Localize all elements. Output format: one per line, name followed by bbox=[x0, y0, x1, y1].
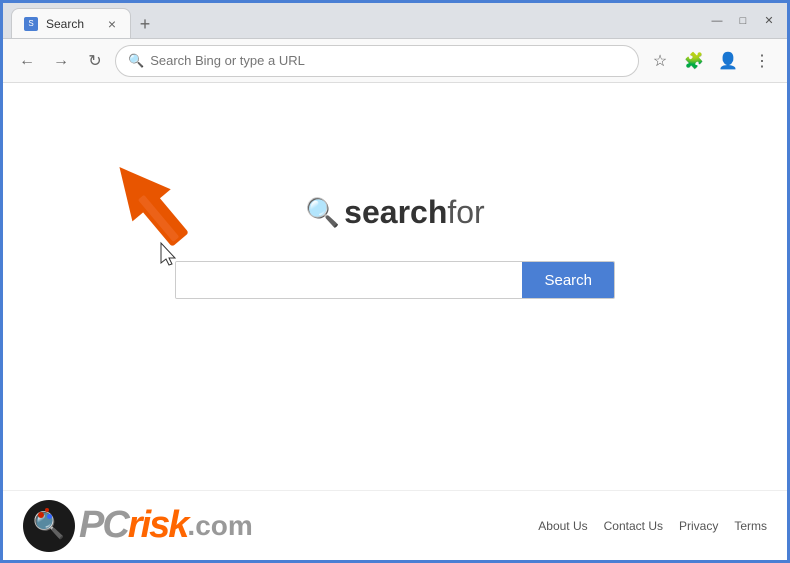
menu-icon: ⋮ bbox=[754, 51, 770, 71]
footer-risk-text: risk bbox=[128, 504, 188, 547]
footer-logo-icon: 🔍 bbox=[23, 500, 75, 552]
profile-icon: 👤 bbox=[718, 51, 738, 71]
search-input[interactable] bbox=[176, 262, 522, 298]
tab-title: Search bbox=[46, 17, 84, 31]
search-button[interactable]: Search bbox=[522, 262, 614, 298]
footer-dot-red-1 bbox=[38, 512, 44, 518]
page-main: 🔍 searchfor Search bbox=[3, 83, 787, 490]
browser-content: 🔍 searchfor Search 🔍 bbox=[3, 83, 787, 560]
close-button[interactable]: ✕ bbox=[759, 11, 779, 31]
about-us-link[interactable]: About Us bbox=[538, 519, 587, 533]
address-search-icon: 🔍 bbox=[128, 53, 144, 69]
logo-search-icon: 🔍 bbox=[305, 196, 340, 229]
menu-button[interactable]: ⋮ bbox=[747, 46, 777, 76]
extensions-button[interactable]: 🧩 bbox=[679, 46, 709, 76]
tab-favicon: S bbox=[24, 17, 38, 31]
forward-icon: → bbox=[53, 52, 69, 70]
footer-domain-text: .com bbox=[187, 510, 252, 542]
window-controls: — □ ✕ bbox=[707, 11, 779, 31]
back-icon: ← bbox=[19, 52, 35, 70]
page-footer: 🔍 PC risk .com About Us Contact Us Priva… bbox=[3, 490, 787, 560]
search-box: Search bbox=[175, 261, 615, 299]
refresh-button[interactable]: ↻ bbox=[81, 47, 109, 75]
toolbar-icons: ☆ 🧩 👤 ⋮ bbox=[645, 46, 777, 76]
favorites-button[interactable]: ☆ bbox=[645, 46, 675, 76]
forward-button[interactable]: → bbox=[47, 47, 75, 75]
address-input[interactable] bbox=[150, 53, 626, 68]
profile-button[interactable]: 👤 bbox=[713, 46, 743, 76]
browser-window: S Search × + — □ ✕ ← → ↻ 🔍 ☆ bbox=[3, 3, 787, 560]
tab-close-button[interactable]: × bbox=[106, 17, 118, 31]
footer-logo: 🔍 PC risk .com bbox=[23, 500, 253, 552]
extensions-icon: 🧩 bbox=[684, 51, 704, 71]
footer-dot-red-2 bbox=[45, 508, 49, 512]
refresh-icon: ↻ bbox=[88, 51, 101, 71]
logo-area: 🔍 searchfor bbox=[305, 194, 484, 231]
address-bar[interactable]: 🔍 bbox=[115, 45, 639, 77]
footer-dot-blue bbox=[47, 514, 52, 519]
active-tab[interactable]: S Search × bbox=[11, 8, 131, 38]
title-bar: S Search × + — □ ✕ bbox=[3, 3, 787, 39]
toolbar: ← → ↻ 🔍 ☆ 🧩 👤 ⋮ bbox=[3, 39, 787, 83]
back-button[interactable]: ← bbox=[13, 47, 41, 75]
privacy-link[interactable]: Privacy bbox=[679, 519, 718, 533]
footer-pc-text: PC bbox=[79, 504, 128, 547]
star-icon: ☆ bbox=[653, 51, 667, 71]
minimize-button[interactable]: — bbox=[707, 11, 727, 31]
terms-link[interactable]: Terms bbox=[734, 519, 767, 533]
maximize-button[interactable]: □ bbox=[733, 11, 753, 31]
new-tab-button[interactable]: + bbox=[131, 10, 159, 38]
logo-text: searchfor bbox=[344, 194, 485, 231]
footer-links: About Us Contact Us Privacy Terms bbox=[538, 519, 767, 533]
contact-us-link[interactable]: Contact Us bbox=[604, 519, 663, 533]
tabs-area: S Search × + bbox=[11, 3, 699, 38]
